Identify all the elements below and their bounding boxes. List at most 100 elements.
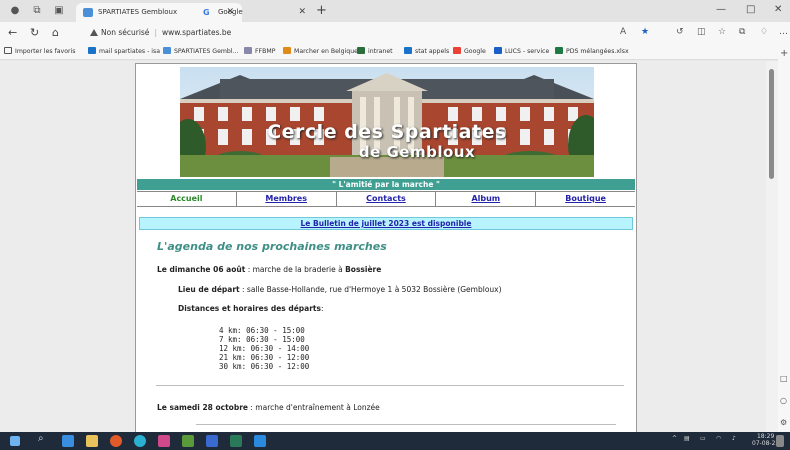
- favorite-lucs[interactable]: LUCS - service: [494, 44, 549, 60]
- sidebar-icon[interactable]: □: [780, 374, 788, 383]
- favorite-spartiates[interactable]: SPARTIATES Gembl...: [163, 44, 238, 60]
- event-description: : marche de la braderie à: [245, 265, 346, 274]
- favorite-label: intranet: [368, 48, 393, 55]
- clock-time: 18:29: [756, 433, 775, 440]
- app-icon[interactable]: [254, 435, 266, 447]
- event-date: Le samedi 28 octobre: [157, 403, 248, 412]
- favorite-marcher[interactable]: Marcher en Belgique: [283, 44, 358, 60]
- page-scrollbar[interactable]: [766, 61, 778, 432]
- new-tab-button[interactable]: +: [316, 3, 327, 18]
- event-1-depart: Lieu de départ : salle Basse-Hollande, r…: [178, 285, 502, 294]
- add-icon[interactable]: +: [780, 48, 788, 59]
- edge-icon[interactable]: [134, 435, 146, 447]
- settings-icon[interactable]: ⚙: [780, 418, 787, 427]
- workspaces-icon[interactable]: ⧉: [30, 4, 44, 18]
- refresh-page-icon[interactable]: ↺: [676, 27, 684, 37]
- favorite-ffbmp[interactable]: FFBMP: [244, 44, 275, 60]
- favorite-label: Importer les favoris: [15, 48, 76, 55]
- volume-icon[interactable]: ♪: [732, 435, 736, 442]
- read-aloud-icon[interactable]: A: [620, 27, 626, 37]
- event-1: Le dimanche 06 août : marche de la brade…: [157, 265, 381, 274]
- menu-item-contacts[interactable]: Contacts: [337, 192, 437, 206]
- maximize-icon[interactable]: □: [746, 4, 755, 15]
- close-tab-icon[interactable]: ✕: [298, 3, 306, 22]
- google-icon: [453, 47, 461, 54]
- tab-actions-icon[interactable]: ▣: [52, 4, 66, 18]
- ffbmp-icon: [244, 47, 252, 54]
- favorite-star-icon[interactable]: ★: [641, 27, 649, 37]
- favorite-stat-appels[interactable]: stat appels: [404, 44, 449, 60]
- network-icon[interactable]: ▤: [684, 435, 690, 442]
- close-window-icon[interactable]: ✕: [774, 4, 782, 15]
- banner-image: Cercle des Spartiates de Gembloux: [180, 67, 594, 177]
- profile-icon[interactable]: ●: [8, 4, 22, 18]
- menu-item-album[interactable]: Album: [436, 192, 537, 206]
- security-warning[interactable]: Non sécurisé: [101, 28, 149, 37]
- back-icon[interactable]: ←: [8, 26, 17, 40]
- menu-item-accueil[interactable]: Accueil: [137, 192, 237, 206]
- page-viewport: Cercle des Spartiates de Gembloux " L'am…: [0, 61, 766, 432]
- favorites-bar: Importer les favoris mail spartiates - i…: [0, 44, 790, 60]
- motto-bar: " L'amitié par la marche ": [137, 179, 635, 190]
- collections-icon[interactable]: ⧉: [739, 27, 745, 37]
- favorite-pds[interactable]: PDS mélangées.xlsx: [555, 44, 629, 60]
- favorite-mail[interactable]: mail spartiates - isa: [88, 44, 160, 60]
- favorite-label: LUCS - service: [505, 48, 550, 55]
- scrollbar-thumb[interactable]: [769, 69, 774, 179]
- divider: [196, 424, 616, 425]
- minimize-icon[interactable]: —: [716, 4, 726, 15]
- app-icon[interactable]: [182, 435, 194, 447]
- event-date: Le dimanche 06 août: [157, 265, 246, 274]
- split-screen-icon[interactable]: ◫: [697, 27, 706, 37]
- distance-row: 30 km: 06:30 - 12:00: [219, 362, 310, 371]
- site-page: Cercle des Spartiates de Gembloux " L'am…: [135, 63, 637, 432]
- google-favicon: G: [203, 8, 210, 17]
- menu-item-boutique[interactable]: Boutique: [536, 192, 635, 206]
- warning-icon: [90, 29, 98, 36]
- home-icon[interactable]: ⌂: [52, 26, 59, 40]
- notifications-icon[interactable]: [776, 435, 784, 447]
- refresh-icon[interactable]: ↻: [30, 26, 39, 40]
- favorite-intranet[interactable]: intranet: [357, 44, 393, 60]
- more-menu-icon[interactable]: …: [779, 27, 788, 37]
- tab-title: Google: [218, 8, 243, 16]
- distance-row: 7 km: 06:30 - 15:00: [219, 335, 305, 344]
- explorer-icon[interactable]: [86, 435, 98, 447]
- windows-start-icon[interactable]: [10, 436, 20, 446]
- app-icon[interactable]: [158, 435, 170, 447]
- windows-taskbar: ⌕ ^ ▤ ▭ ◠ ♪ 18:29 07-08-23: [0, 432, 790, 450]
- menu-item-membres[interactable]: Membres: [237, 192, 337, 206]
- banner-subtitle: de Gembloux: [358, 143, 476, 161]
- favorites-icon[interactable]: ☆: [718, 27, 726, 37]
- excel-icon: [555, 47, 563, 54]
- chrome-icon[interactable]: [110, 435, 122, 447]
- marcher-icon: [283, 47, 291, 54]
- url-text[interactable]: www.spartiates.be: [162, 28, 231, 37]
- wifi-icon[interactable]: ◠: [716, 435, 721, 442]
- tray-chevron-icon[interactable]: ^: [672, 435, 677, 442]
- battery-icon[interactable]: ▭: [700, 435, 706, 442]
- distances-list: 4 km: 06:30 - 15:00 7 km: 06:30 - 15:00 …: [219, 326, 309, 371]
- search-icon[interactable]: ⌕: [38, 433, 44, 444]
- favorite-label: mail spartiates - isa: [99, 48, 161, 55]
- address-field[interactable]: Non sécurisé | www.spartiates.be: [90, 25, 630, 41]
- tab-title: SPARTIATES Gembloux: [98, 8, 178, 16]
- distances-colon: :: [320, 304, 324, 313]
- extensions-icon[interactable]: ♢: [760, 27, 768, 37]
- spartiates-icon: [163, 47, 171, 54]
- import-icon: [4, 47, 12, 54]
- distances-heading: Distances et horaires des départs:: [178, 304, 324, 313]
- task-view-icon[interactable]: [62, 435, 74, 447]
- tab-google[interactable]: G Google ✕: [196, 3, 314, 22]
- bulletin-link[interactable]: Le Bulletin de juillet 2023 est disponib…: [139, 217, 633, 230]
- favorite-import[interactable]: Importer les favoris: [4, 44, 75, 60]
- ie-icon[interactable]: [206, 435, 218, 447]
- distance-row: 4 km: 06:30 - 15:00: [219, 326, 305, 335]
- divider: |: [154, 28, 157, 37]
- favorite-google[interactable]: Google: [453, 44, 486, 60]
- sidebar-icon[interactable]: ○: [780, 396, 787, 405]
- app-icon[interactable]: [230, 435, 242, 447]
- tab-strip: ● ⧉ ▣ SPARTIATES Gembloux ✕ G Google ✕ +…: [0, 0, 790, 22]
- distance-row: 12 km: 06:30 - 14:00: [219, 344, 310, 353]
- divider: [156, 385, 624, 386]
